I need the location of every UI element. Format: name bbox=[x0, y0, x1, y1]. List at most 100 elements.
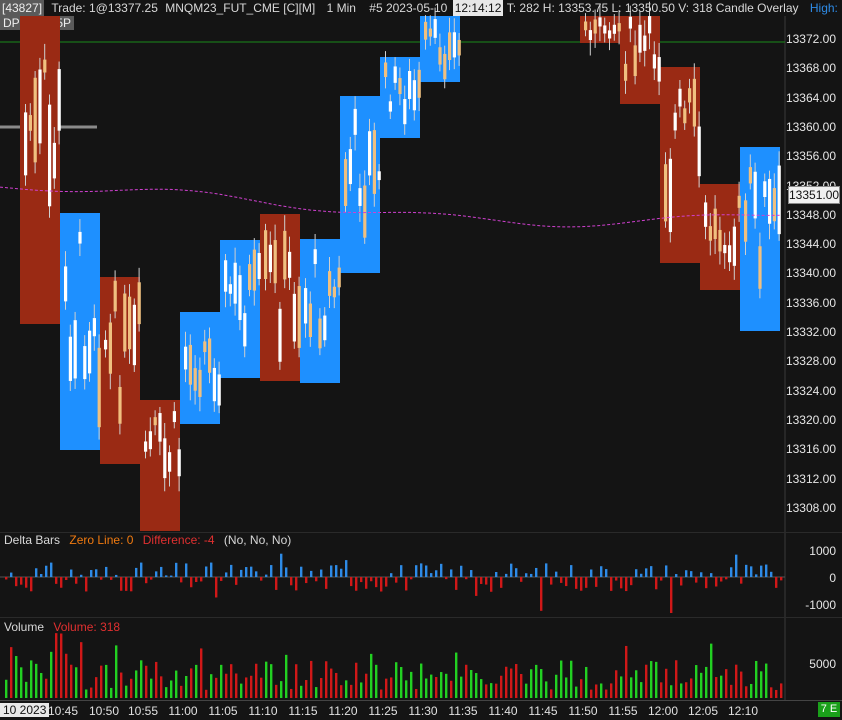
volume-bar-up bbox=[445, 673, 448, 698]
delta-bar-negative bbox=[20, 577, 23, 585]
volume-bar-down bbox=[205, 689, 208, 698]
candle-body bbox=[393, 66, 397, 83]
volume-bar-up bbox=[175, 670, 178, 698]
candle-body bbox=[332, 286, 336, 298]
price-chart[interactable] bbox=[0, 0, 842, 700]
time-axis-label: 11:50 bbox=[568, 704, 598, 718]
delta-axis-label-low: -1000 bbox=[805, 598, 836, 612]
candle-body bbox=[228, 284, 232, 294]
volume-bar-up bbox=[755, 660, 758, 698]
volume-bar-down bbox=[70, 664, 73, 698]
current-price-tag: 13351.00 bbox=[788, 186, 840, 204]
candle-body bbox=[73, 320, 77, 379]
volume-bar-down bbox=[740, 671, 743, 698]
volume-bar-down bbox=[415, 688, 418, 698]
volume-bar-up bbox=[650, 661, 653, 698]
volume-bar-down bbox=[95, 677, 98, 698]
volume-bar-down bbox=[340, 685, 343, 698]
price-axis-label: 13320.00 bbox=[785, 412, 836, 427]
delta-bar-negative bbox=[395, 577, 398, 583]
delta-bar-positive bbox=[710, 573, 713, 577]
volume-bar-down bbox=[90, 687, 93, 698]
candle-body bbox=[113, 280, 117, 312]
delta-bar-positive bbox=[185, 563, 188, 577]
volume-axis-label: 5000 bbox=[809, 657, 836, 671]
delta-bar-positive bbox=[650, 566, 653, 577]
volume-bar-up bbox=[410, 671, 413, 698]
delta-bar-positive bbox=[265, 574, 268, 577]
volume-bar-down bbox=[305, 680, 308, 698]
delta-bar-negative bbox=[595, 577, 598, 587]
volume-bar-up bbox=[670, 685, 673, 698]
candle-body bbox=[448, 32, 452, 61]
volume-bar-down bbox=[770, 687, 773, 698]
volume-bar-up bbox=[370, 653, 373, 698]
delta-bar-positive bbox=[90, 570, 93, 577]
volume-bar-down bbox=[260, 677, 263, 698]
volume-title: Volume bbox=[4, 620, 45, 634]
volume-bar-down bbox=[225, 673, 228, 698]
delta-bar-positive bbox=[10, 572, 13, 577]
volume-bar-up bbox=[555, 674, 558, 698]
candle-body bbox=[132, 304, 136, 366]
volume-bar-down bbox=[580, 679, 583, 698]
delta-bar-negative bbox=[615, 577, 618, 581]
volume-bar-up bbox=[360, 682, 363, 698]
candle-body bbox=[408, 71, 412, 99]
volume-bar-down bbox=[190, 668, 193, 698]
candle-body bbox=[748, 167, 752, 184]
delta-bar-negative bbox=[775, 577, 778, 588]
delta-bar-negative bbox=[410, 577, 413, 580]
delta-bar-negative bbox=[375, 577, 378, 588]
candle-body bbox=[288, 251, 292, 278]
candle-body bbox=[744, 200, 748, 242]
candle-body bbox=[643, 35, 647, 51]
volume-bar-up bbox=[490, 683, 493, 698]
candle-body bbox=[598, 17, 602, 27]
delta-bar-negative bbox=[475, 577, 478, 596]
volume-bar-up bbox=[105, 664, 108, 698]
delta-bar-positive bbox=[165, 575, 168, 577]
volume-bar-down bbox=[735, 664, 738, 698]
delta-bar-positive bbox=[45, 565, 48, 577]
delta-bar-negative bbox=[350, 577, 353, 587]
price-axis-label: 13348.00 bbox=[785, 207, 836, 222]
delta-bar-positive bbox=[285, 567, 288, 577]
volume-bar-down bbox=[665, 668, 668, 698]
delta-bar-positive bbox=[35, 568, 38, 577]
delta-bar-negative bbox=[120, 577, 123, 591]
volume-bar-up bbox=[30, 660, 33, 698]
candle-body bbox=[753, 171, 757, 219]
volume-bar-down bbox=[130, 678, 133, 698]
candle-body bbox=[737, 195, 741, 208]
delta-bar-negative bbox=[220, 577, 223, 581]
delta-bar-negative bbox=[385, 577, 388, 587]
candle-body bbox=[358, 188, 362, 206]
delta-bar-negative bbox=[180, 577, 183, 583]
delta-bar-negative bbox=[25, 577, 28, 588]
candle-body bbox=[337, 267, 341, 288]
volume-bar-up bbox=[15, 656, 18, 698]
delta-bar-negative bbox=[720, 577, 723, 582]
delta-bar-negative bbox=[190, 577, 193, 588]
volume-bar-down bbox=[155, 661, 158, 698]
volume-bar-up bbox=[400, 667, 403, 698]
candle-body bbox=[692, 78, 696, 127]
delta-bar-positive bbox=[210, 562, 213, 577]
time-axis-label: 11:05 bbox=[208, 704, 238, 718]
delta-bar-positive bbox=[435, 570, 438, 577]
candle-body bbox=[172, 411, 176, 423]
volume-bar-up bbox=[695, 665, 698, 698]
delta-axis-label-zero: 0 bbox=[829, 571, 836, 585]
exchange-badge[interactable]: 7 E bbox=[818, 702, 840, 717]
delta-bar-positive bbox=[205, 566, 208, 577]
delta-bar-negative bbox=[485, 577, 488, 585]
time-axis-label: 12:05 bbox=[687, 704, 719, 718]
delta-bar-positive bbox=[640, 573, 643, 577]
delta-bar-negative bbox=[465, 577, 468, 580]
volume-bar-down bbox=[250, 675, 253, 698]
delta-bar-negative bbox=[740, 577, 743, 584]
candle-body bbox=[78, 231, 82, 244]
volume-bar-up bbox=[150, 678, 153, 698]
time-axis-label: 11:55 bbox=[608, 704, 638, 718]
